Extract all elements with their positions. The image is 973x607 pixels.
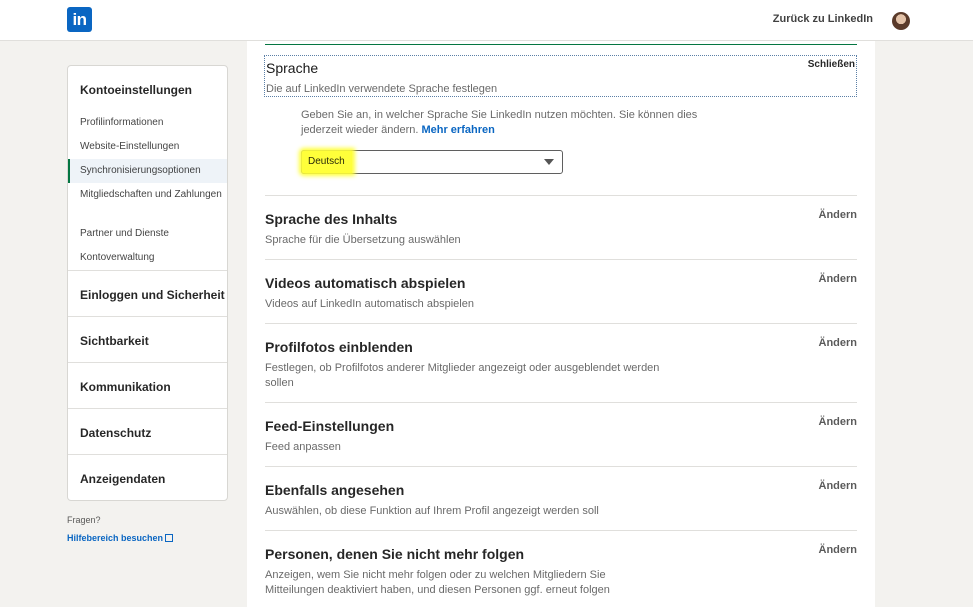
external-link-icon (165, 534, 174, 542)
sidebar-divider (68, 454, 227, 455)
top-bar: in Zurück zu LinkedIn (0, 0, 973, 41)
setting-description: Auswählen, ob diese Funktion auf Ihrem P… (265, 505, 599, 517)
sidebar-heading-account-settings[interactable]: Kontoeinstellungen (80, 83, 192, 97)
setting-title: Feed-Einstellungen (265, 418, 395, 434)
sidebar-item-ad-data[interactable]: Anzeigendaten (80, 472, 165, 486)
language-section-header[interactable]: Sprache Die auf LinkedIn verwendete Spra… (264, 55, 857, 97)
setting-row-profile-photos: Profilfotos einblenden Festlegen, ob Pro… (265, 323, 857, 402)
language-info-body: Geben Sie an, in welcher Sprache Sie Lin… (301, 109, 698, 136)
avatar[interactable] (892, 12, 910, 30)
language-subtitle: Die auf LinkedIn verwendete Sprache fest… (266, 83, 498, 95)
sidebar-item-visibility[interactable]: Sichtbarkeit (80, 334, 149, 348)
help-question: Fragen? (67, 515, 101, 525)
sidebar-divider (68, 316, 227, 317)
setting-row-autoplay-videos: Videos automatisch abspielen Videos auf … (265, 259, 857, 323)
linkedin-logo[interactable]: in (67, 7, 92, 32)
setting-row-content-language: Sprache des Inhalts Sprache für die Über… (265, 195, 857, 259)
section-divider (265, 44, 857, 45)
sidebar-item-sync-options[interactable]: Synchronisierungsoptionen (68, 159, 227, 183)
setting-description: Anzeigen, wem Sie nicht mehr folgen oder… (265, 569, 610, 596)
sidebar-divider (68, 362, 227, 363)
sidebar-item-partners-services[interactable]: Partner und Dienste (68, 226, 227, 241)
sidebar-item-memberships-payments[interactable]: Mitgliedschaften und Zahlungen (68, 187, 227, 202)
change-button[interactable]: Ändern (819, 544, 858, 556)
change-button[interactable]: Ändern (819, 209, 858, 221)
setting-description: Festlegen, ob Profilfotos anderer Mitgli… (265, 362, 660, 389)
settings-main-panel: Sprache Die auf LinkedIn verwendete Spra… (247, 41, 875, 607)
sidebar-item-account-management[interactable]: Kontoverwaltung (68, 250, 227, 265)
language-info-text: Geben Sie an, in welcher Sprache Sie Lin… (301, 108, 711, 138)
change-button[interactable]: Ändern (819, 337, 858, 349)
setting-description: Feed anpassen (265, 441, 341, 453)
settings-sidebar: Kontoeinstellungen Profilinformationen W… (67, 65, 228, 501)
setting-description: Sprache für die Übersetzung auswählen (265, 234, 461, 246)
change-button[interactable]: Ändern (819, 416, 858, 428)
setting-title: Ebenfalls angesehen (265, 482, 405, 498)
setting-title: Sprache des Inhalts (265, 211, 398, 227)
change-button[interactable]: Ändern (819, 480, 858, 492)
setting-title: Personen, denen Sie nicht mehr folgen (265, 546, 525, 562)
setting-title: Profilfotos einblenden (265, 339, 413, 355)
chevron-down-icon (544, 159, 554, 165)
setting-title: Videos automatisch abspielen (265, 275, 466, 291)
sidebar-item-privacy[interactable]: Datenschutz (80, 426, 151, 440)
sidebar-item-profile-info[interactable]: Profilinformationen (68, 115, 227, 130)
back-to-linkedin-link[interactable]: Zurück zu LinkedIn (773, 13, 873, 25)
sidebar-item-website-settings[interactable]: Website-Einstellungen (68, 139, 227, 154)
change-button[interactable]: Ändern (819, 273, 858, 285)
help-center-link-label: Hilfebereich besuchen (67, 533, 164, 543)
setting-description: Videos auf LinkedIn automatisch abspiele… (265, 298, 474, 310)
setting-row-also-viewed: Ebenfalls angesehen Auswählen, ob diese … (265, 466, 857, 530)
language-select[interactable]: Deutsch (301, 150, 563, 174)
sidebar-item-communication[interactable]: Kommunikation (80, 380, 171, 394)
language-title: Sprache (266, 60, 319, 76)
help-center-link[interactable]: Hilfebereich besuchen (67, 533, 174, 543)
setting-row-feed-settings: Feed-Einstellungen Feed anpassen Ändern (265, 402, 857, 466)
learn-more-link[interactable]: Mehr erfahren (421, 124, 494, 136)
sidebar-item-login-security[interactable]: Einloggen und Sicherheit (80, 288, 225, 302)
setting-row-unfollowed: Personen, denen Sie nicht mehr folgen An… (265, 530, 857, 607)
sidebar-divider (68, 270, 227, 271)
sidebar-divider (68, 408, 227, 409)
language-select-value: Deutsch (302, 151, 352, 173)
close-button[interactable]: Schließen (808, 59, 855, 70)
